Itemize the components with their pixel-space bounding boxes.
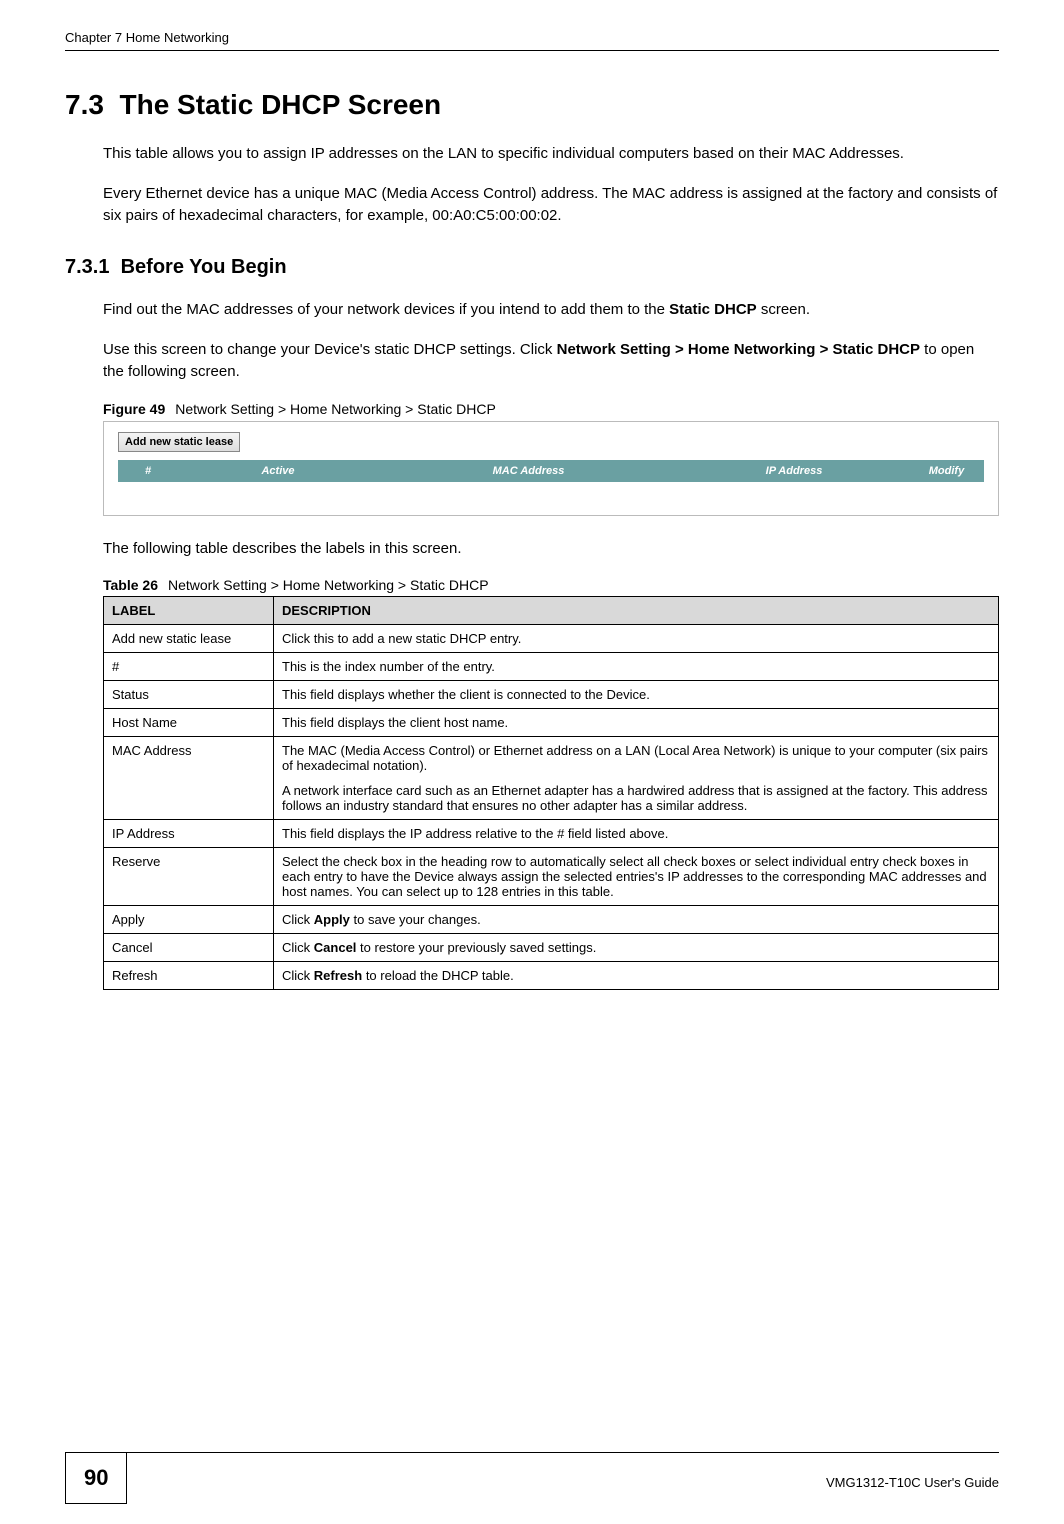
cell-desc: This is the index number of the entry.	[274, 653, 999, 681]
description-table: LABEL DESCRIPTION Add new static lease C…	[103, 596, 999, 990]
cell-label: Add new static lease	[104, 625, 274, 653]
add-new-static-lease-button[interactable]: Add new static lease	[118, 432, 240, 452]
table-label: Table 26	[103, 577, 158, 593]
bold-static-dhcp: Static DHCP	[669, 301, 757, 318]
figure-label: Figure 49	[103, 401, 165, 417]
section-number: 7.3	[65, 89, 104, 120]
page-header: Chapter 7 Home Networking	[65, 30, 999, 51]
col-header-number: #	[118, 465, 178, 477]
between-text: The following table describes the labels…	[103, 538, 999, 560]
table-row: Status This field displays whether the c…	[104, 681, 999, 709]
cell-label: Status	[104, 681, 274, 709]
table-row: Refresh Click Refresh to reload the DHCP…	[104, 962, 999, 990]
table-row: # This is the index number of the entry.	[104, 653, 999, 681]
col-header-mac: MAC Address	[378, 465, 679, 477]
col-header-modify: Modify	[909, 465, 984, 477]
section-para-1: This table allows you to assign IP addre…	[103, 143, 999, 165]
col-header-ip: IP Address	[679, 465, 909, 477]
table-caption: Table 26 Network Setting > Home Networkin…	[103, 577, 999, 593]
table-caption-text: Network Setting > Home Networking > Stat…	[168, 577, 489, 593]
subsection-number: 7.3.1	[65, 256, 109, 278]
th-description: DESCRIPTION	[274, 597, 999, 625]
cell-label: #	[104, 653, 274, 681]
cell-desc: Click Cancel to restore your previously …	[274, 934, 999, 962]
section-heading: 7.3 The Static DHCP Screen	[65, 89, 999, 121]
chapter-title: Chapter 7 Home Networking	[65, 30, 229, 45]
cell-desc: Click this to add a new static DHCP entr…	[274, 625, 999, 653]
subsection-para-2: Use this screen to change your Device's …	[103, 339, 999, 383]
table-row: MAC Address The MAC (Media Access Contro…	[104, 737, 999, 820]
cell-label: MAC Address	[104, 737, 274, 820]
cell-desc: Click Apply to save your changes.	[274, 906, 999, 934]
page-footer: 90 VMG1312-T10C User's Guide	[65, 1452, 999, 1504]
cell-label: Reserve	[104, 848, 274, 906]
cell-desc: The MAC (Media Access Control) or Ethern…	[274, 737, 999, 820]
table-row: Apply Click Apply to save your changes.	[104, 906, 999, 934]
cell-desc: Click Refresh to reload the DHCP table.	[274, 962, 999, 990]
figure-caption-text: Network Setting > Home Networking > Stat…	[175, 401, 496, 417]
section-title: The Static DHCP Screen	[120, 89, 442, 120]
cell-label: Cancel	[104, 934, 274, 962]
guide-name: VMG1312-T10C User's Guide	[127, 1467, 999, 1490]
table-row: Host Name This field displays the client…	[104, 709, 999, 737]
cell-label: Refresh	[104, 962, 274, 990]
table-row: IP Address This field displays the IP ad…	[104, 820, 999, 848]
cell-label: IP Address	[104, 820, 274, 848]
section-para-2: Every Ethernet device has a unique MAC (…	[103, 183, 999, 227]
cell-label: Host Name	[104, 709, 274, 737]
cell-label: Apply	[104, 906, 274, 934]
subsection-title: Before You Begin	[121, 256, 287, 278]
cell-desc: This field displays whether the client i…	[274, 681, 999, 709]
cell-desc: This field displays the client host name…	[274, 709, 999, 737]
page-number: 90	[65, 1453, 127, 1504]
figure-caption: Figure 49 Network Setting > Home Networki…	[103, 401, 999, 417]
screenshot-figure: Add new static lease # Active MAC Addres…	[103, 421, 999, 516]
subsection-heading: 7.3.1 Before You Begin	[65, 256, 999, 279]
cell-desc: This field displays the IP address relat…	[274, 820, 999, 848]
th-label: LABEL	[104, 597, 274, 625]
bold-nav-path: Network Setting > Home Networking > Stat…	[557, 341, 920, 358]
cell-desc: Select the check box in the heading row …	[274, 848, 999, 906]
table-row: Reserve Select the check box in the head…	[104, 848, 999, 906]
screenshot-table-header: # Active MAC Address IP Address Modify	[118, 460, 984, 482]
subsection-para-1: Find out the MAC addresses of your netwo…	[103, 299, 999, 321]
table-row: Cancel Click Cancel to restore your prev…	[104, 934, 999, 962]
col-header-active: Active	[178, 465, 378, 477]
table-row: Add new static lease Click this to add a…	[104, 625, 999, 653]
table-header-row: LABEL DESCRIPTION	[104, 597, 999, 625]
